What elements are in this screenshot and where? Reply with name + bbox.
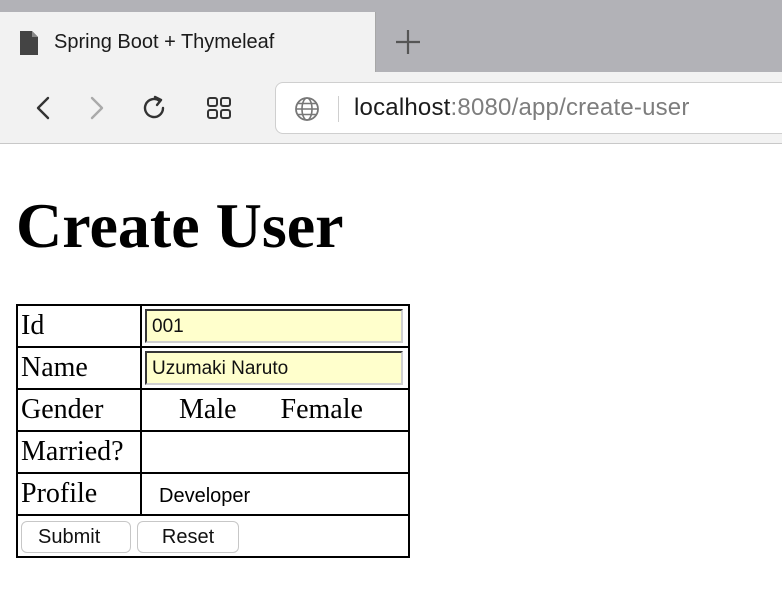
url-text[interactable]: localhost:8080/app/create-user — [354, 94, 690, 122]
forward-icon[interactable] — [82, 94, 110, 122]
profile-cell: Developer — [141, 473, 409, 515]
url-separator — [338, 96, 339, 122]
browser-tab[interactable]: Spring Boot + Thymeleaf — [0, 12, 376, 72]
globe-icon — [295, 97, 319, 121]
gender-cell: Male Female — [141, 389, 409, 431]
form-row-buttons: Submit Reset — [17, 515, 409, 557]
gender-option-male[interactable]: Male — [179, 394, 237, 426]
submit-button[interactable]: Submit — [21, 520, 131, 553]
address-bar[interactable]: localhost:8080/app/create-user — [275, 82, 782, 134]
reset-button[interactable]: Reset — [137, 520, 239, 553]
url-path: :8080/app/create-user — [450, 94, 690, 121]
form-row-id: Id 001 — [17, 305, 409, 347]
url-host: localhost — [354, 94, 451, 121]
name-label: Name — [17, 347, 141, 389]
back-icon[interactable] — [30, 94, 58, 122]
id-label: Id — [17, 305, 141, 347]
id-cell: 001 — [141, 305, 409, 347]
id-input[interactable]: 001 — [145, 309, 403, 343]
tab-strip: Spring Boot + Thymeleaf — [0, 0, 782, 72]
form-row-married: Married? — [17, 431, 409, 473]
create-user-form: Id 001 Name Uzumaki Naruto Gender Male F… — [16, 304, 410, 558]
profile-select[interactable]: Developer — [145, 485, 250, 507]
gender-option-female[interactable]: Female — [281, 394, 363, 426]
name-input[interactable]: Uzumaki Naruto — [145, 351, 403, 385]
browser-toolbar: localhost:8080/app/create-user — [0, 72, 782, 144]
document-icon — [20, 31, 38, 55]
married-cell[interactable] — [141, 431, 409, 473]
new-tab-icon[interactable] — [392, 26, 424, 58]
gender-options: Male Female — [145, 391, 405, 429]
reload-icon[interactable] — [140, 94, 168, 122]
tabs-overview-icon[interactable] — [205, 94, 233, 122]
page-content: Create User Id 001 Name Uzumaki Naruto G… — [0, 144, 782, 616]
page-title: Create User — [16, 190, 344, 261]
tab-title: Spring Boot + Thymeleaf — [54, 31, 275, 53]
name-cell: Uzumaki Naruto — [141, 347, 409, 389]
gender-label: Gender — [17, 389, 141, 431]
profile-label: Profile — [17, 473, 141, 515]
form-row-profile: Profile Developer — [17, 473, 409, 515]
buttons-cell: Submit Reset — [17, 515, 409, 557]
form-row-gender: Gender Male Female — [17, 389, 409, 431]
married-label: Married? — [17, 431, 141, 473]
form-row-name: Name Uzumaki Naruto — [17, 347, 409, 389]
